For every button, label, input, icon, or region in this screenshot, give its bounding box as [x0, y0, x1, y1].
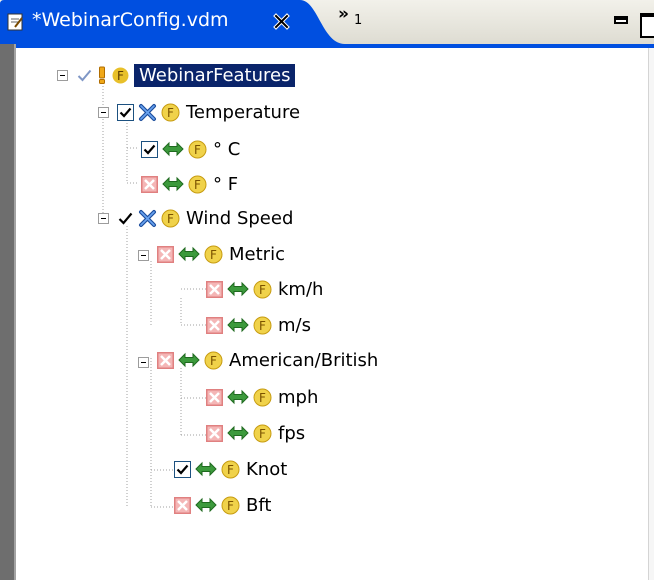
svg-text:F: F	[259, 427, 266, 441]
svg-text:F: F	[259, 391, 266, 405]
editor-tab[interactable]: *WebinarConfig.vdm	[0, 0, 350, 44]
excluded-icon[interactable]	[157, 245, 174, 263]
tree-label: Bft	[246, 494, 272, 516]
excluded-icon[interactable]	[174, 496, 191, 514]
svg-text:F: F	[194, 178, 201, 192]
feature-icon: F	[161, 209, 180, 228]
excluded-icon[interactable]	[157, 351, 174, 369]
tree-label: fps	[278, 422, 306, 444]
warning-icon	[97, 66, 107, 84]
tree-label: ° F	[213, 173, 239, 195]
tree-label: ° C	[213, 138, 241, 160]
excluded-icon[interactable]	[206, 424, 223, 442]
bidirectional-arrows-icon	[195, 497, 217, 513]
feature-icon: F	[253, 388, 272, 407]
minimize-button[interactable]	[614, 16, 628, 24]
bidirectional-arrows-icon	[227, 281, 249, 297]
bidirectional-arrows-icon	[178, 352, 200, 368]
checkbox-checked-icon[interactable]	[141, 140, 158, 158]
bidirectional-arrows-icon	[195, 461, 217, 477]
bidirectional-arrows-icon	[227, 317, 249, 333]
excluded-icon[interactable]	[206, 280, 223, 298]
tree-row-root[interactable]: F WebinarFeatures	[76, 60, 296, 90]
tree-label: Temperature	[186, 101, 301, 123]
tree-row-mph[interactable]: Fmph	[206, 382, 318, 412]
tree-row-kmh[interactable]: Fkm/h	[206, 274, 323, 304]
tree-row-ms[interactable]: Fm/s	[206, 310, 311, 340]
tree-row-wind-speed[interactable]: F Wind Speed	[117, 203, 293, 233]
feature-tree: F WebinarFeatures F Temperature F ° C F ° F …	[16, 48, 646, 580]
tree-row-bft[interactable]: F Bft	[174, 490, 271, 520]
tree-label: WebinarFeatures	[134, 63, 296, 87]
excluded-icon[interactable]	[141, 175, 158, 193]
bidirectional-arrows-icon	[162, 176, 184, 192]
feature-icon: F	[188, 175, 207, 194]
tree-label: m/s	[278, 314, 311, 336]
tab-bar: *WebinarConfig.vdm » 1	[0, 0, 654, 44]
alternative-group-icon	[138, 209, 157, 228]
tree-label: Metric	[229, 243, 285, 265]
close-icon[interactable]	[273, 13, 290, 30]
svg-text:F: F	[259, 283, 266, 297]
svg-text:F: F	[227, 463, 234, 477]
tree-row-knot[interactable]: F Knot	[174, 454, 287, 484]
vdm-file-icon	[7, 13, 25, 31]
feature-icon: F	[253, 280, 272, 299]
checkbox-checked-icon[interactable]	[174, 460, 191, 478]
check-icon	[117, 210, 134, 227]
tab-title: *WebinarConfig.vdm	[32, 9, 229, 31]
feature-icon: F	[204, 351, 223, 370]
svg-text:F: F	[210, 354, 217, 368]
chevron-double-right-icon: »	[338, 4, 349, 24]
bidirectional-arrows-icon	[178, 246, 200, 262]
left-border	[0, 44, 16, 580]
tree-label: km/h	[278, 278, 324, 300]
bidirectional-arrows-icon	[162, 141, 184, 157]
feature-icon: F	[253, 316, 272, 335]
tree-row-fahrenheit[interactable]: F ° F	[141, 169, 238, 199]
feature-icon: F	[221, 496, 240, 515]
collapse-toggle-temperature[interactable]	[98, 107, 109, 118]
tree-row-metric[interactable]: F Metric	[157, 239, 285, 269]
excluded-icon[interactable]	[206, 316, 223, 334]
overflow-count: 1	[354, 13, 363, 28]
tree-row-american[interactable]: F American/British	[157, 345, 378, 375]
svg-text:F: F	[167, 212, 174, 226]
collapse-toggle-wind-speed[interactable]	[98, 213, 109, 224]
tree-guide-lines	[102, 86, 206, 508]
collapse-toggle-root[interactable]	[57, 70, 68, 81]
svg-text:F: F	[167, 106, 174, 120]
tree-label: Knot	[246, 458, 288, 480]
excluded-icon[interactable]	[206, 388, 223, 406]
tree-label: mph	[278, 386, 319, 408]
tree-label: Wind Speed	[186, 207, 294, 229]
bidirectional-arrows-icon	[227, 425, 249, 441]
tree-row-fps[interactable]: Ffps	[206, 418, 305, 448]
bidirectional-arrows-icon	[227, 389, 249, 405]
feature-icon: F	[188, 140, 207, 159]
svg-text:F: F	[259, 319, 266, 333]
svg-text:F: F	[210, 248, 217, 262]
vertical-scrollbar[interactable]	[648, 48, 654, 580]
tab-overflow-button[interactable]: » 1	[338, 4, 378, 30]
feature-icon: F	[161, 103, 180, 122]
feature-icon: F	[253, 424, 272, 443]
tree-row-temperature[interactable]: F Temperature	[117, 97, 300, 127]
svg-text:F: F	[194, 143, 201, 157]
svg-text:F: F	[227, 499, 234, 513]
tree-label: American/British	[229, 349, 379, 371]
maximize-button[interactable]	[640, 13, 654, 38]
feature-icon: F	[221, 460, 240, 479]
editor-view: *WebinarConfig.vdm » 1 F WebinarFeatures…	[0, 0, 654, 580]
tree-row-celsius[interactable]: F ° C	[141, 134, 240, 164]
feature-icon: F	[204, 245, 223, 264]
feature-icon: F	[111, 66, 130, 85]
svg-text:F: F	[117, 69, 124, 83]
collapse-toggle-metric[interactable]	[138, 250, 149, 261]
alternative-group-icon	[138, 103, 157, 122]
collapse-toggle-american[interactable]	[138, 357, 149, 368]
checkbox-checked-icon[interactable]	[117, 103, 134, 121]
check-icon	[76, 67, 93, 84]
